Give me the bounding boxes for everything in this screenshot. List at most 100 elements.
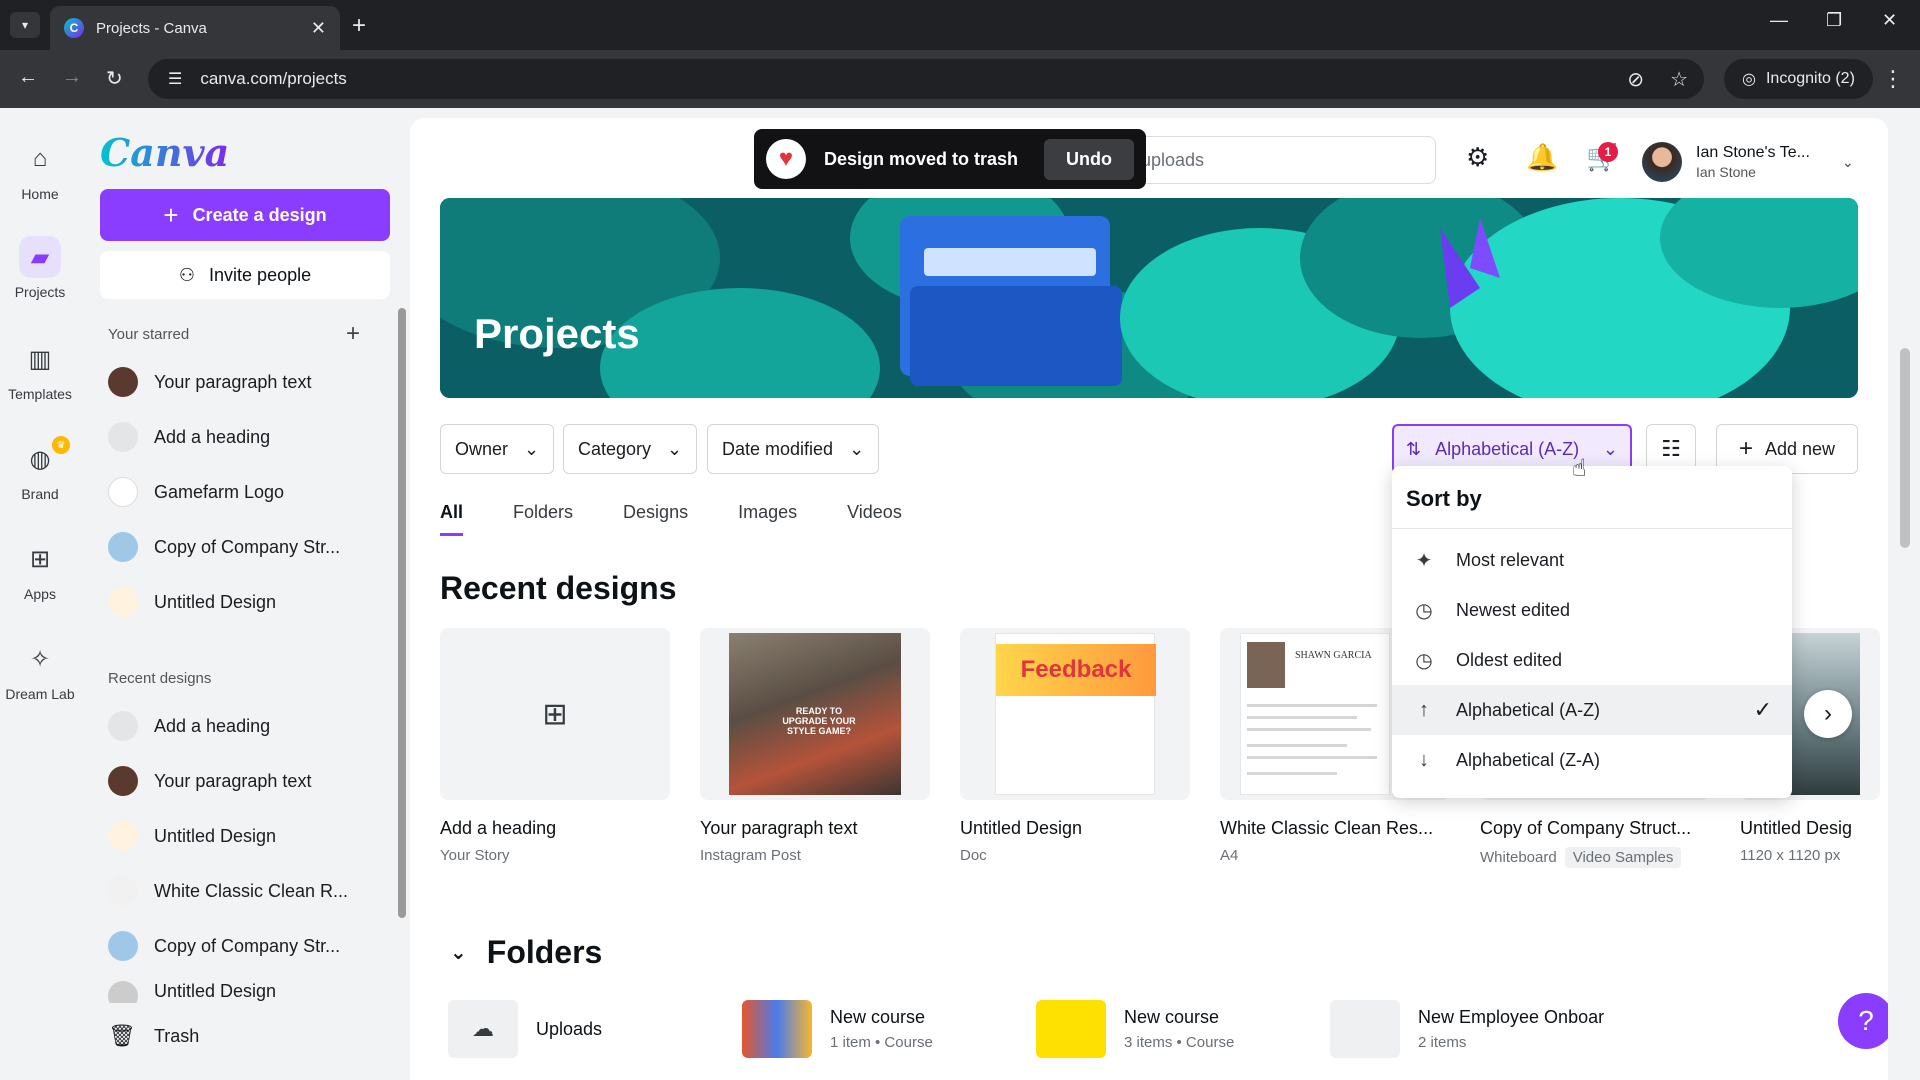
sort-option-alphabetical-za[interactable]: ↓ Alphabetical (Z-A) — [1392, 735, 1792, 785]
tab-designs[interactable]: Designs — [623, 492, 688, 536]
folder-thumbnail — [1036, 1000, 1106, 1058]
add-starred-icon[interactable]: + — [346, 320, 360, 348]
sort-option-most-relevant[interactable]: ✦ Most relevant — [1392, 535, 1792, 585]
sort-arrows-icon: ⇅ — [1406, 438, 1422, 459]
folder-item[interactable]: ☁ Uploads — [448, 1000, 602, 1058]
rail-home[interactable]: ⌂ Home — [0, 138, 80, 202]
browser-tab[interactable]: C Projects - Canva ✕ — [50, 6, 340, 50]
design-title: Your paragraph text — [700, 818, 858, 838]
folder-item[interactable]: New Employee Onboar 2 items — [1330, 1000, 1604, 1058]
sort-option-label: Alphabetical (Z-A) — [1456, 749, 1601, 770]
folder-item[interactable]: New course 3 items • Course — [1036, 1000, 1234, 1058]
sort-option-newest-edited[interactable]: ◷ Newest edited — [1392, 585, 1792, 635]
folder-tag[interactable]: Video Samples — [1564, 847, 1682, 868]
close-tab-icon[interactable]: ✕ — [311, 18, 326, 39]
invite-people-label: Invite people — [209, 264, 312, 285]
starred-item-label: Your paragraph text — [154, 371, 312, 392]
recent-item[interactable]: Copy of Company Str... — [108, 926, 378, 966]
restore-icon[interactable]: ❐ — [1826, 10, 1842, 31]
account-switcher[interactable]: Ian Stone's Te... Ian Stone ⌄ — [1642, 142, 1854, 182]
avatar — [1642, 142, 1682, 182]
chevron-right-icon[interactable]: › — [1804, 690, 1852, 738]
page-title: Projects — [474, 310, 640, 357]
dream-lab-icon: ✧ — [29, 645, 51, 673]
design-title: Copy of Company Struct... — [1480, 818, 1692, 838]
address-bar[interactable]: ☰ canva.com/projects ⊘ ☆ — [148, 59, 1704, 99]
minimize-icon[interactable]: — — [1770, 10, 1788, 31]
sort-option-oldest-edited[interactable]: ◷ Oldest edited — [1392, 635, 1792, 685]
undo-button[interactable]: Undo — [1044, 138, 1134, 180]
design-card[interactable]: READY TO UPGRADE YOUR STYLE GAME? Your p… — [700, 628, 930, 864]
tab-folders[interactable]: Folders — [513, 492, 573, 536]
rail-dream-lab[interactable]: ✧ Dream Lab — [0, 638, 80, 703]
browser-tabstrip: ▾ C Projects - Canva ✕ + — ❐ ✕ — [0, 0, 1920, 50]
sort-option-alphabetical-az[interactable]: ↑ Alphabetical (A-Z) ✓ — [1392, 685, 1792, 735]
eye-off-icon[interactable]: ⊘ — [1627, 67, 1644, 92]
incognito-badge[interactable]: ◎ Incognito (2) — [1724, 59, 1873, 99]
design-thumbnail — [108, 367, 138, 397]
incognito-icon: ◎ — [1742, 71, 1756, 88]
category-filter[interactable]: Category ⌄ — [563, 424, 698, 474]
invite-people-button[interactable]: ⚇ Invite people — [100, 251, 390, 299]
tab-all[interactable]: All — [440, 492, 464, 536]
folder-title: New course — [1124, 1007, 1220, 1027]
folder-item[interactable]: New course 1 item • Course — [742, 1000, 933, 1058]
starred-item[interactable]: Untitled Design — [108, 582, 378, 622]
sidebar: Canva + Create a design ⚇ Invite people … — [80, 108, 410, 1080]
recent-item[interactable]: Untitled Design — [108, 981, 378, 1003]
design-card[interactable]: ⊞ Add a heading Your Story — [440, 628, 670, 864]
new-tab-icon[interactable]: + — [352, 12, 366, 40]
site-info-icon[interactable]: ☰ — [168, 69, 182, 89]
left-rail: ⌂ Home ▰ Projects ▥ Templates ◍ ♛ Brand … — [0, 108, 80, 1080]
design-title: Untitled Design — [960, 818, 1083, 838]
date-modified-filter[interactable]: Date modified ⌄ — [707, 424, 880, 474]
folders-section-toggle[interactable]: ⌄ Folders — [450, 934, 602, 971]
starred-item[interactable]: Gamefarm Logo — [108, 472, 378, 512]
rail-brand[interactable]: ◍ ♛ Brand — [0, 436, 80, 502]
recent-designs-heading: Recent designs — [440, 570, 677, 606]
rail-projects[interactable]: ▰ Projects — [0, 236, 80, 300]
design-card[interactable]: Feedback Untitled Design Doc — [960, 628, 1190, 864]
templates-icon: ▥ — [28, 345, 52, 373]
trash-link[interactable]: 🗑 Trash — [108, 1023, 199, 1049]
rail-apps[interactable]: ⊞ Apps — [0, 538, 80, 603]
owner-filter[interactable]: Owner ⌄ — [440, 424, 555, 474]
folder-meta: 2 items — [1418, 1034, 1467, 1051]
add-person-icon: ⚇ — [178, 264, 196, 285]
starred-item[interactable]: Add a heading — [108, 417, 378, 457]
search-input[interactable]: uploads — [1130, 136, 1436, 184]
category-filter-label: Category — [578, 438, 652, 459]
settings-gear-icon[interactable]: ⚙ — [1466, 142, 1489, 173]
starred-item[interactable]: Your paragraph text — [108, 362, 378, 402]
tab-images[interactable]: Images — [738, 492, 797, 536]
design-thumbnail — [108, 587, 138, 617]
back-icon[interactable]: ← — [18, 66, 38, 89]
starred-item[interactable]: Copy of Company Str... — [108, 527, 378, 567]
sort-label: Alphabetical (A-Z) — [1435, 438, 1580, 459]
tab-title: Projects - Canva — [96, 19, 207, 37]
close-window-icon[interactable]: ✕ — [1882, 10, 1897, 31]
reload-icon[interactable]: ↻ — [106, 66, 123, 91]
recent-item[interactable]: Add a heading — [108, 706, 378, 746]
starred-item-label: Untitled Design — [154, 591, 277, 612]
starred-item-label: Copy of Company Str... — [154, 536, 341, 557]
canva-logo[interactable]: Canva — [100, 130, 229, 175]
notifications-bell-icon[interactable]: 🔔 — [1526, 142, 1558, 173]
page-scrollbar[interactable] — [1900, 348, 1910, 548]
recent-section-label: Recent designs — [108, 670, 212, 687]
recent-item-label: Add a heading — [154, 715, 271, 736]
browser-menu-icon[interactable]: ⋮ — [1882, 66, 1904, 92]
bookmark-star-icon[interactable]: ☆ — [1670, 67, 1688, 92]
help-icon[interactable]: ? — [1838, 993, 1888, 1049]
tab-list-button[interactable]: ▾ — [10, 12, 40, 38]
create-design-button[interactable]: + Create a design — [100, 189, 390, 241]
recent-item[interactable]: Untitled Design — [108, 816, 378, 856]
recent-item[interactable]: White Classic Clean R... — [108, 871, 378, 911]
tab-videos[interactable]: Videos — [847, 492, 902, 536]
folder-meta: 3 items • Course — [1124, 1034, 1235, 1051]
sidebar-scrollbar[interactable] — [398, 308, 406, 918]
rail-templates[interactable]: ▥ Templates — [0, 338, 80, 403]
forward-icon[interactable]: → — [62, 66, 82, 89]
recent-item[interactable]: Your paragraph text — [108, 761, 378, 801]
clock-icon: ◷ — [1415, 649, 1433, 672]
